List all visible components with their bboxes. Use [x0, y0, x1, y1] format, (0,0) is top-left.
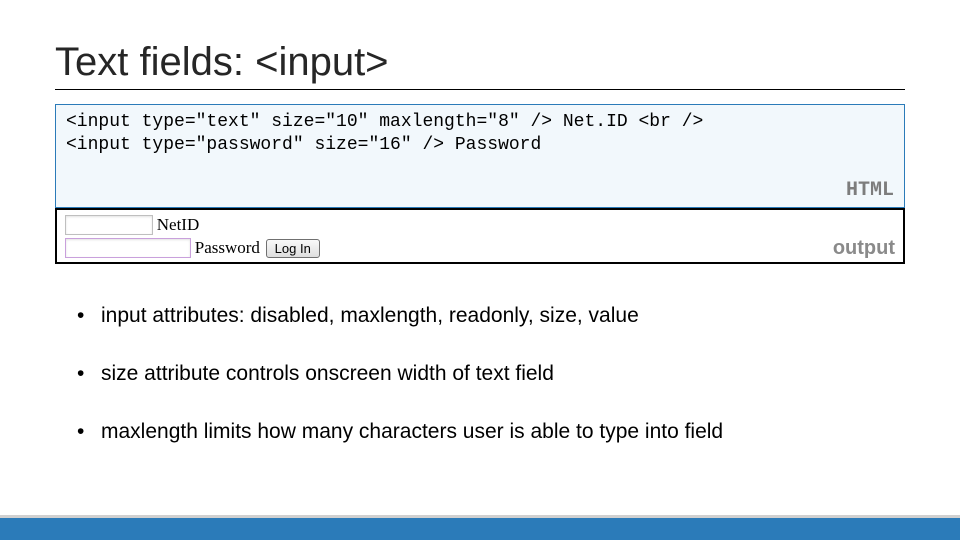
netid-input[interactable] [65, 215, 153, 235]
code-line-2: <input type="password" size="16" /> Pass… [66, 135, 541, 155]
login-button[interactable]: Log In [266, 239, 320, 258]
output-example-box: NetID Password Log In output [55, 208, 905, 264]
output-label: output [833, 237, 895, 260]
code-language-label: HTML [846, 178, 894, 203]
bullet-item-1: input attributes: disabled, maxlength, r… [77, 304, 905, 328]
bullet-item-3: maxlength limits how many characters use… [77, 420, 905, 444]
password-label: Password [195, 238, 260, 257]
code-example-box: <input type="text" size="10" maxlength="… [55, 104, 905, 208]
password-input[interactable] [65, 238, 191, 258]
bullet-item-2: size attribute controls onscreen width o… [77, 362, 905, 386]
slide-title: Text fields: <input> [55, 40, 905, 90]
slide-accent-bar [0, 515, 960, 540]
netid-label: NetID [157, 215, 199, 234]
slide: Text fields: <input> <input type="text" … [0, 0, 960, 540]
code-line-1: <input type="text" size="10" maxlength="… [66, 112, 703, 132]
output-row-2: Password Log In [65, 238, 895, 258]
bullet-list: input attributes: disabled, maxlength, r… [77, 304, 905, 444]
output-row-1: NetID [65, 215, 895, 235]
